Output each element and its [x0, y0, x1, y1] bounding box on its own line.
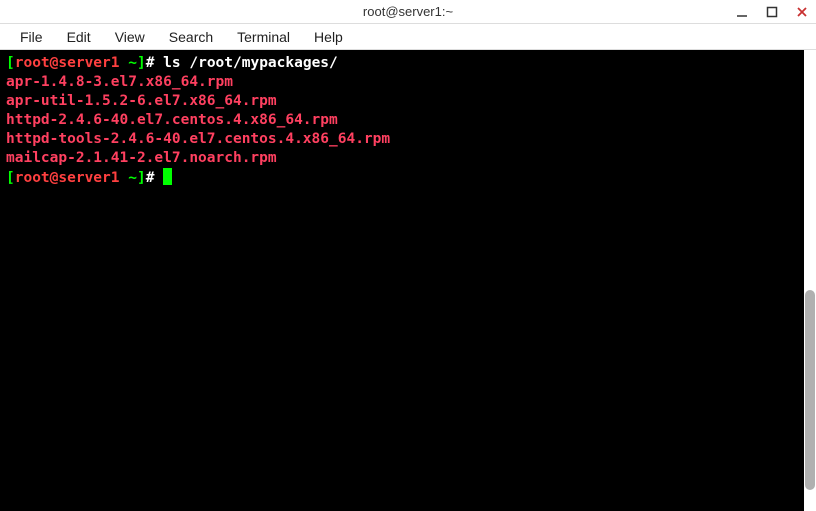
prompt-tilde: ~ [120, 170, 137, 186]
menu-terminal[interactable]: Terminal [227, 26, 300, 48]
terminal-output[interactable]: [root@server1 ~]# ls /root/mypackages/ap… [0, 50, 804, 511]
prompt-bracket-open: [ [6, 55, 15, 71]
titlebar: root@server1:~ [0, 0, 816, 24]
prompt-bracket-open: [ [6, 170, 15, 186]
window-controls [734, 0, 810, 24]
menubar: File Edit View Search Terminal Help [0, 24, 816, 50]
file-listing: httpd-tools-2.4.6-40.el7.centos.4.x86_64… [6, 130, 798, 149]
minimize-button[interactable] [734, 4, 750, 20]
menu-search[interactable]: Search [159, 26, 223, 48]
prompt-tilde: ~ [120, 55, 137, 71]
menu-view[interactable]: View [105, 26, 155, 48]
scrollbar-thumb[interactable] [805, 290, 815, 490]
command-text: ls /root/mypackages/ [163, 55, 338, 71]
file-listing: apr-1.4.8-3.el7.x86_64.rpm [6, 73, 798, 92]
menu-edit[interactable]: Edit [57, 26, 101, 48]
menu-file[interactable]: File [10, 26, 53, 48]
prompt-userhost: root@server1 [15, 55, 120, 71]
terminal-line: [root@server1 ~]# ls /root/mypackages/ [6, 54, 798, 73]
cursor-icon [163, 168, 172, 185]
terminal-line: [root@server1 ~]# [6, 168, 798, 188]
terminal-area: [root@server1 ~]# ls /root/mypackages/ap… [0, 50, 816, 511]
terminal-window: root@server1:~ File Edit View Search Ter… [0, 0, 816, 511]
scrollbar-track[interactable] [804, 50, 816, 511]
menu-help[interactable]: Help [304, 26, 353, 48]
file-listing: apr-util-1.5.2-6.el7.x86_64.rpm [6, 92, 798, 111]
close-button[interactable] [794, 4, 810, 20]
file-listing: mailcap-2.1.41-2.el7.noarch.rpm [6, 149, 798, 168]
maximize-button[interactable] [764, 4, 780, 20]
file-listing: httpd-2.4.6-40.el7.centos.4.x86_64.rpm [6, 111, 798, 130]
prompt-hash: # [146, 170, 163, 186]
prompt-hash: # [146, 55, 163, 71]
prompt-bracket-close: ] [137, 55, 146, 71]
prompt-bracket-close: ] [137, 170, 146, 186]
prompt-userhost: root@server1 [15, 170, 120, 186]
window-title: root@server1:~ [363, 4, 453, 19]
